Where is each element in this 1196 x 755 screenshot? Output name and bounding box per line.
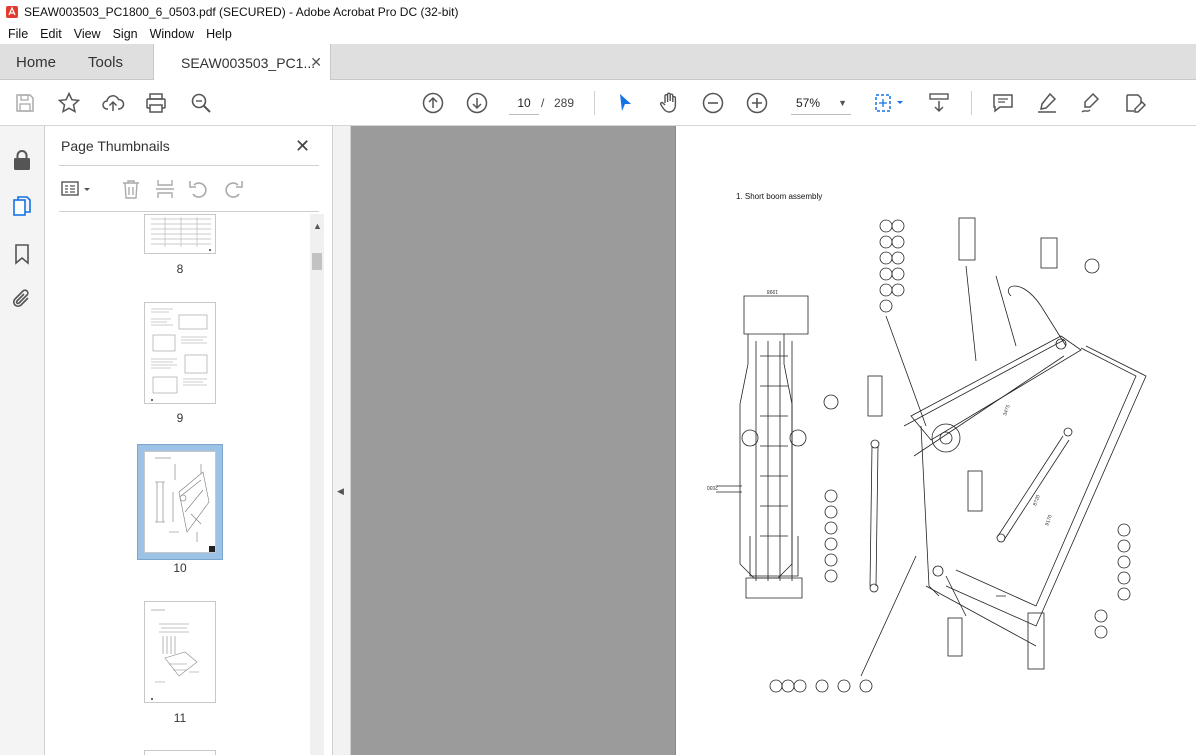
panel-title: Page Thumbnails: [61, 138, 170, 154]
menu-bar: File Edit View Sign Window Help: [0, 23, 1196, 44]
svg-text:8720: 8720: [1032, 494, 1042, 507]
tab-document-label: SEAW003503_PC1...: [181, 54, 316, 71]
lock-icon[interactable]: [11, 149, 33, 171]
tab-home[interactable]: Home: [16, 44, 56, 80]
thumbnail-page-label: 8: [176, 262, 184, 276]
delete-trash-icon[interactable]: [120, 178, 142, 200]
title-bar: SEAW003503_PC1800_6_0503.pdf (SECURED) -…: [0, 0, 1196, 23]
bookmark-icon[interactable]: [11, 243, 33, 265]
document-viewer[interactable]: 1. Short boom assembly 1998 3475 8720 91…: [351, 126, 1196, 755]
toolbar-divider: [594, 91, 595, 115]
tab-document[interactable]: SEAW003503_PC1... ✕: [153, 44, 331, 81]
thumbnail-page-label: 11: [173, 711, 187, 725]
zoom-in-icon[interactable]: [745, 91, 769, 115]
tab-tools[interactable]: Tools: [88, 44, 123, 80]
boom-assembly-drawing: 1998 3475 8720 9170 2030: [707, 217, 1147, 693]
page-separator: /: [541, 96, 545, 110]
thumbnail-scrollbar[interactable]: [310, 214, 324, 755]
page-thumbnails-icon[interactable]: [11, 195, 33, 217]
acrobat-app-icon: [6, 5, 18, 18]
window-title: SEAW003503_PC1800_6_0503.pdf (SECURED) -…: [24, 4, 459, 19]
menu-edit[interactable]: Edit: [34, 27, 68, 41]
star-icon[interactable]: [57, 91, 81, 115]
total-pages: 289: [554, 96, 575, 110]
hand-tool-icon[interactable]: [657, 91, 681, 115]
zoom-level-value: 57%: [796, 96, 821, 110]
page-thumbnail[interactable]: [144, 750, 216, 755]
panel-collapse-strip[interactable]: ◀: [333, 126, 351, 755]
svg-text:1998: 1998: [767, 288, 778, 294]
draw-pen-icon[interactable]: [1079, 91, 1103, 115]
menu-window[interactable]: Window: [144, 27, 200, 41]
scroll-mode-icon[interactable]: [927, 91, 951, 115]
rotate-counterclockwise-icon[interactable]: [188, 178, 210, 200]
page-thumbnail-selected[interactable]: [144, 451, 216, 553]
scrollbar-thumb[interactable]: [312, 253, 322, 270]
print-icon[interactable]: [144, 91, 168, 115]
page-thumbnail[interactable]: [144, 302, 216, 404]
svg-text:2030: 2030: [707, 484, 718, 490]
zoom-search-icon[interactable]: [189, 91, 213, 115]
menu-view[interactable]: View: [68, 27, 107, 41]
svg-text:9170: 9170: [1044, 514, 1054, 527]
close-panel-icon[interactable]: ✕: [295, 136, 310, 157]
panel-divider: [59, 165, 319, 166]
menu-sign[interactable]: Sign: [107, 27, 144, 41]
scroll-up-arrow-icon[interactable]: ▲: [313, 221, 322, 231]
previous-page-icon[interactable]: [421, 91, 445, 115]
panel-divider: [59, 211, 319, 212]
attachment-paperclip-icon[interactable]: [11, 288, 33, 310]
chevron-down-icon: ▼: [838, 98, 847, 108]
page-thumbnail[interactable]: [144, 214, 216, 254]
select-cursor-icon[interactable]: [613, 91, 637, 115]
thumbnail-page-label: 10: [173, 561, 187, 575]
rotate-clockwise-icon[interactable]: [222, 178, 244, 200]
left-navigation-rail: [0, 126, 45, 755]
document-page[interactable]: 1. Short boom assembly 1998 3475 8720 91…: [675, 126, 1196, 755]
insert-page-icon[interactable]: [154, 178, 176, 200]
menu-help[interactable]: Help: [200, 27, 238, 41]
page-number-input[interactable]: 10: [509, 91, 539, 115]
save-icon[interactable]: [13, 91, 37, 115]
thumbnail-options-icon[interactable]: [60, 178, 94, 200]
thumbnail-list: 8 9 10 11: [45, 214, 310, 755]
collapse-left-arrow-icon[interactable]: ◀: [337, 486, 344, 497]
zoom-level-select[interactable]: 57% ▼: [791, 91, 851, 115]
highlight-pen-icon[interactable]: [1035, 91, 1059, 115]
toolbar-divider: [971, 91, 972, 115]
page-thumbnail[interactable]: [144, 601, 216, 703]
tab-bar: Home Tools SEAW003503_PC1... ✕: [0, 44, 1196, 81]
fit-page-icon[interactable]: [872, 91, 906, 115]
svg-text:3475: 3475: [1002, 404, 1012, 417]
main-toolbar: 10 / 289 57% ▼: [0, 80, 1196, 126]
page-thumbnails-panel: Page Thumbnails ✕ 8 9 10 11 ▲: [45, 126, 333, 755]
menu-file[interactable]: File: [2, 27, 34, 41]
comment-icon[interactable]: [991, 91, 1015, 115]
next-page-icon[interactable]: [465, 91, 489, 115]
close-tab-icon[interactable]: ✕: [310, 54, 322, 71]
zoom-out-icon[interactable]: [701, 91, 725, 115]
fill-sign-icon[interactable]: [1123, 91, 1147, 115]
upload-cloud-icon[interactable]: [101, 91, 125, 115]
thumbnail-page-label: 9: [176, 411, 184, 425]
